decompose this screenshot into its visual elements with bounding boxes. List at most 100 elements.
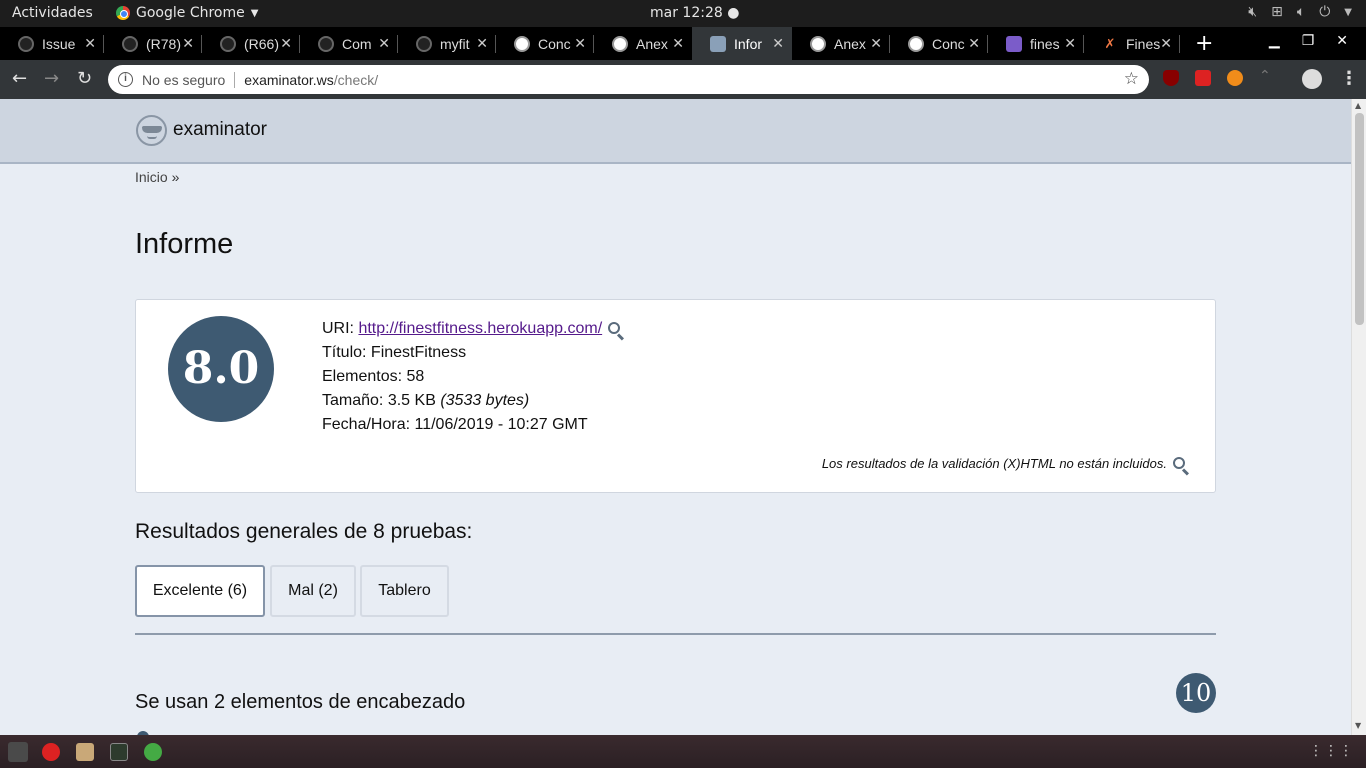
search-icon[interactable] [1173,457,1185,469]
extension-icon[interactable] [1227,70,1243,86]
maximize-icon[interactable]: ❐ [1302,33,1315,49]
browser-tab[interactable]: (R78) ✕ [104,27,202,60]
close-icon[interactable]: ✕ [870,35,882,52]
browser-toolbar: ← → ↻ i No es seguro examinator.ws/check… [0,60,1366,99]
close-icon[interactable]: ✕ [378,35,390,52]
terminal-icon[interactable] [110,743,128,761]
minimize-icon[interactable]: ▁ [1269,33,1280,49]
url-host: examinator.ws [244,71,334,88]
files-icon[interactable] [76,743,94,761]
globe-icon [612,35,628,52]
site-header: examinator [0,99,1351,164]
browser-tab[interactable]: Anex ✕ [792,27,890,60]
github-icon [416,35,432,52]
fitness-icon: ✗ [1104,35,1116,51]
github-icon [220,35,236,52]
extension-icon[interactable]: ⌃ [1259,68,1275,84]
github-icon [122,35,138,52]
show-apps-icon[interactable]: ⋮⋮⋮ [1309,743,1354,759]
close-icon[interactable]: ✕ [574,35,586,52]
globe-icon [514,35,530,52]
close-icon[interactable]: ✕ [672,35,684,52]
app-name: Google Chrome [136,5,245,21]
page-scrollbar[interactable]: ▲ ▼ [1351,99,1366,735]
lastpass-icon[interactable] [1195,70,1211,86]
app-icon[interactable] [144,743,162,761]
page-title: Informe [135,228,234,260]
chevron-down-icon: ▼ [1344,7,1352,18]
globe-icon [810,35,826,52]
opera-icon[interactable] [42,743,60,761]
github-icon [318,35,334,52]
heroku-icon [1006,35,1022,52]
clock[interactable]: mar 12:28 ● [650,5,739,21]
info-icon[interactable]: i [118,72,133,87]
browser-tab[interactable]: Anex ✕ [594,27,692,60]
chrome-icon [116,6,130,20]
browser-tab[interactable]: ✗ Fines ✕ [1084,27,1180,60]
results-heading: Resultados generales de 8 pruebas: [135,520,473,543]
browser-tab[interactable]: Conc ✕ [890,27,988,60]
browser-tab[interactable]: Com ✕ [300,27,398,60]
close-icon[interactable]: ✕ [280,35,292,52]
browser-tab[interactable]: myfit ✕ [398,27,496,60]
examinator-icon [710,35,726,52]
tab-strip: Issue ✕ (R78) ✕ (R66) ✕ Com ✕ myfit ✕ Conc ✕ A… [0,27,1366,60]
score-badge: 8.0 [168,316,274,422]
close-icon[interactable]: ✕ [772,35,784,52]
address-bar[interactable]: i No es seguro examinator.ws/check/ ☆ [108,65,1149,94]
globe-icon [908,35,924,52]
test-score-badge: 10 [1176,673,1216,713]
app-menu[interactable]: Google Chrome ▼ [116,5,258,21]
web-page: examinator Inicio » Informe 8.0 URI: htt… [0,99,1351,735]
security-indicator[interactable]: No es seguro [142,72,225,88]
close-icon[interactable]: ✕ [968,35,980,52]
power-icon: ⏻ [1319,4,1331,20]
test-heading: Se usan 2 elementos de encabezado [135,691,466,713]
report-card: 8.0 URI: http://finestfitness.herokuapp.… [135,299,1216,493]
close-icon[interactable]: ✕ [1064,35,1076,52]
browser-tab-active[interactable]: Infor ✕ [692,27,792,60]
browser-tab[interactable]: Conc ✕ [496,27,594,60]
date-value: 11/06/2019 - 10:27 GMT [414,416,588,433]
uri-link[interactable]: http://finestfitness.herokuapp.com/ [358,320,602,337]
breadcrumb: Inicio » [135,169,180,185]
browser-tab[interactable]: (R66) ✕ [202,27,300,60]
browser-tab[interactable]: fines ✕ [988,27,1084,60]
close-window-icon[interactable]: ✕ [1336,33,1348,49]
chrome-dock-icon[interactable] [8,742,28,762]
search-icon[interactable] [608,322,621,334]
back-icon[interactable]: ← [12,68,27,89]
reload-icon[interactable]: ↻ [77,68,92,89]
close-icon[interactable]: ✕ [476,35,488,52]
profile-avatar[interactable] [1302,69,1322,89]
report-meta: URI: http://finestfitness.herokuapp.com/… [322,317,621,437]
page-title-value: FinestFitness [370,344,467,361]
sunglasses-logo-icon[interactable] [136,115,167,146]
ublock-icon[interactable] [1163,70,1179,86]
system-top-bar: Actividades Google Chrome ▼ mar 12:28 ● … [0,0,1366,27]
forward-icon[interactable]: → [44,68,59,89]
browser-tab[interactable]: Issue ✕ [0,27,104,60]
validation-note: Los resultados de la validación (X)HTML … [822,456,1185,471]
activities-button[interactable]: Actividades [12,5,93,21]
tab-tablero[interactable]: Tablero [360,565,449,617]
github-icon [18,35,34,52]
breadcrumb-home-link[interactable]: Inicio [135,169,168,185]
scrollbar-thumb[interactable] [1355,113,1364,325]
size-value: 3.5 KB [387,392,436,409]
menu-icon[interactable]: ⋮ [1340,68,1358,89]
window-controls: ▁ ❐ ✕ [1269,33,1348,49]
close-icon[interactable]: ✕ [1160,35,1172,52]
taskbar-dock: ⋮⋮⋮ [0,735,1366,768]
system-tray[interactable]: 🔇︎ ⊞ 🔈︎ ⏻ ▼ [1248,4,1352,20]
new-tab-button[interactable]: + [1195,31,1213,56]
close-icon[interactable]: ✕ [84,35,96,52]
close-icon[interactable]: ✕ [182,35,194,52]
site-name[interactable]: examinator [173,119,267,141]
tab-excelente[interactable]: Excelente (6) [135,565,265,617]
tab-mal[interactable]: Mal (2) [270,565,356,617]
chevron-down-icon: ▼ [250,7,259,19]
bookmark-star-icon[interactable]: ☆ [1124,69,1139,89]
mute-icon: 🔇︎ [1248,4,1258,20]
